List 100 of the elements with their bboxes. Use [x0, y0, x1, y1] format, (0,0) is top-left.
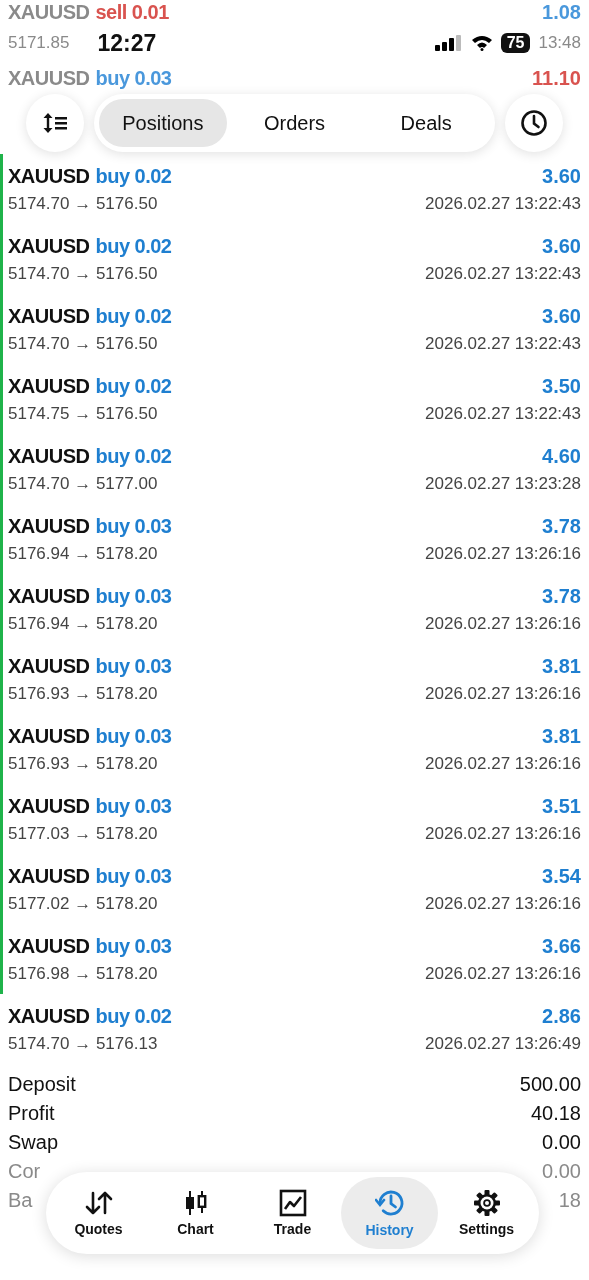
wifi-icon: [470, 35, 493, 51]
symbol-text: XAUUSD: [8, 304, 90, 328]
prices-text: 5177.03 → 5178.20: [8, 823, 158, 844]
time-text: 2026.02.27 13:26:49: [425, 1033, 581, 1054]
profit-text: 2.86: [542, 1004, 581, 1028]
symbol-text: XAUUSD: [8, 794, 90, 818]
deal-row[interactable]: XAUUSD buy 0.03 3.81 5176.93 → 5178.20 2026.02.27 13:26:16: [0, 714, 589, 784]
profit-text: 3.50: [542, 374, 581, 398]
profit-text: 3.81: [542, 724, 581, 748]
sort-button[interactable]: [26, 94, 84, 152]
trade-text: buy 0.03: [95, 934, 172, 958]
prices-text: 5174.70 → 5176.50: [8, 333, 158, 354]
symbol-text: XAUUSD: [8, 0, 90, 24]
nav-item[interactable]: History: [341, 1177, 438, 1249]
nav-item[interactable]: Quotes: [50, 1177, 147, 1249]
prices-text: 5174.70 → 5176.13: [8, 1033, 158, 1054]
time-text: 2026.02.27 13:22:43: [425, 333, 581, 354]
prices-text: 5176.94 → 5178.20: [8, 613, 158, 634]
symbol-text: XAUUSD: [8, 724, 90, 748]
trade-text: buy 0.02: [95, 1004, 172, 1028]
prices-text: 5176.93 → 5178.20: [8, 753, 158, 774]
summary-value: 18: [558, 1189, 581, 1212]
time-text: 2026.02.27 13:22:43: [425, 193, 581, 214]
status-time: 12:27: [97, 29, 157, 57]
summary-label: Ba: [8, 1189, 33, 1212]
symbol-text: XAUUSD: [8, 584, 90, 608]
deal-row[interactable]: XAUUSD buy 0.02 2.86 5174.70 → 5176.13 2026.02.27 13:26:49: [0, 994, 589, 1064]
time-text: 2026.02.27 13:26:16: [425, 963, 581, 984]
time-text: 2026.02.27 13:26:16: [425, 823, 581, 844]
symbol-text: XAUUSD: [8, 164, 90, 188]
trade-text: sell 0.01: [95, 0, 169, 24]
nav-item[interactable]: Settings: [438, 1177, 535, 1249]
profit-text: 3.51: [542, 794, 581, 818]
prices-text: 5176.98 → 5178.20: [8, 963, 158, 984]
summary-label: Deposit: [8, 1073, 76, 1096]
clock-button[interactable]: [505, 94, 563, 152]
tab[interactable]: Positions: [99, 99, 227, 147]
time-text: 2026.02.27 13:26:16: [425, 683, 581, 704]
time-text: 2026.02.27 13:26:16: [425, 543, 581, 564]
time-text: 2026.02.27 13:26:16: [425, 753, 581, 774]
deal-row[interactable]: XAUUSD buy 0.03 3.51 5177.03 → 5178.20 2026.02.27 13:26:16: [0, 784, 589, 854]
trade-text: buy 0.03: [95, 584, 172, 608]
tab[interactable]: Orders: [230, 99, 359, 147]
deal-row[interactable]: XAUUSD buy 0.03 3.66 5176.98 → 5178.20 2026.02.27 13:26:16: [0, 924, 589, 994]
prices-text: 5174.75 → 5176.50: [8, 403, 158, 424]
profit-text: 3.60: [542, 164, 581, 188]
trade-text: buy 0.02: [95, 444, 172, 468]
profit-text: 3.81: [542, 654, 581, 678]
profit-text: 3.54: [542, 864, 581, 888]
time-text: 2026.02.27 13:22:43: [425, 263, 581, 284]
profit-text: 1.08: [542, 0, 581, 24]
time-text: 2026.02.27 13:26:16: [425, 893, 581, 914]
symbol-text: XAUUSD: [8, 934, 90, 958]
trade-text: buy 0.03: [95, 724, 172, 748]
deal-row[interactable]: XAUUSD buy 0.03 3.78 5176.94 → 5178.20 2026.02.27 13:26:16: [0, 574, 589, 644]
tab[interactable]: Deals: [362, 99, 490, 147]
summary-label: Profit: [8, 1102, 55, 1125]
signal-icon: [434, 35, 463, 51]
trade-text: buy 0.03: [95, 864, 172, 888]
profit-text: 4.60: [542, 444, 581, 468]
trade-text: buy 0.03: [95, 654, 172, 678]
summary-label: Swap: [8, 1131, 59, 1154]
symbol-text: XAUUSD: [8, 864, 90, 888]
deal-row[interactable]: XAUUSD buy 0.02 3.50 5174.75 → 5176.50 2026.02.27 13:22:43: [0, 364, 589, 434]
deal-row[interactable]: XAUUSD buy 0.02 3.60 5174.70 → 5176.50 2026.02.27 13:22:43: [0, 224, 589, 294]
summary-label: Cor: [8, 1160, 41, 1183]
summary-value: 40.18: [530, 1102, 581, 1125]
prices-text: 5171.85: [8, 33, 70, 53]
deal-row[interactable]: XAUUSD buy 0.02 3.60 5174.70 → 5176.50 2026.02.27 13:22:43: [0, 294, 589, 364]
deal-row[interactable]: XAUUSD buy 0.02 4.60 5174.70 → 5177.00 2026.02.27 13:23:28: [0, 434, 589, 504]
symbol-text: XAUUSD: [8, 234, 90, 258]
trade-text: buy 0.02: [95, 164, 172, 188]
prices-text: 5174.70 → 5177.00: [8, 473, 158, 494]
sort-icon: [42, 111, 68, 135]
line-chart-icon: [278, 1189, 307, 1217]
deal-row[interactable]: XAUUSD buy 0.03 3.78 5176.94 → 5178.20 2026.02.27 13:26:16: [0, 504, 589, 574]
prices-text: 5177.02 → 5178.20: [8, 893, 158, 914]
profit-text: 3.78: [542, 584, 581, 608]
deal-row[interactable]: XAUUSD buy 0.02 3.60 5174.70 → 5176.50 2026.02.27 13:22:43: [0, 154, 589, 224]
deal-row[interactable]: XAUUSD buy 0.03 3.54 5177.02 → 5178.20 2026.02.27 13:26:16: [0, 854, 589, 924]
clock-icon: [520, 109, 548, 137]
time-text: 2026.02.27 13:26:16: [425, 613, 581, 634]
profit-text: 3.60: [542, 304, 581, 328]
trade-text: buy 0.03: [95, 66, 172, 90]
time-text: 2026.02.27 13:22:43: [425, 403, 581, 424]
trade-text: buy 0.02: [95, 304, 172, 328]
summary-value: 0.00: [542, 1160, 581, 1183]
nav-item[interactable]: Trade: [244, 1177, 341, 1249]
symbol-text: XAUUSD: [8, 374, 90, 398]
summary-value: 500.00: [519, 1073, 581, 1096]
deal-row[interactable]: XAUUSD buy 0.03 3.81 5176.93 → 5178.20 2026.02.27 13:26:16: [0, 644, 589, 714]
time-text: 13:48: [538, 33, 581, 53]
prices-text: 5176.94 → 5178.20: [8, 543, 158, 564]
time-text: 2026.02.27 13:23:28: [425, 473, 581, 494]
profit-text: 11.10: [532, 66, 581, 90]
trade-text: buy 0.02: [95, 234, 172, 258]
symbol-text: XAUUSD: [8, 444, 90, 468]
profit-text: 3.78: [542, 514, 581, 538]
prices-text: 5174.70 → 5176.50: [8, 193, 158, 214]
nav-item[interactable]: Chart: [147, 1177, 244, 1249]
